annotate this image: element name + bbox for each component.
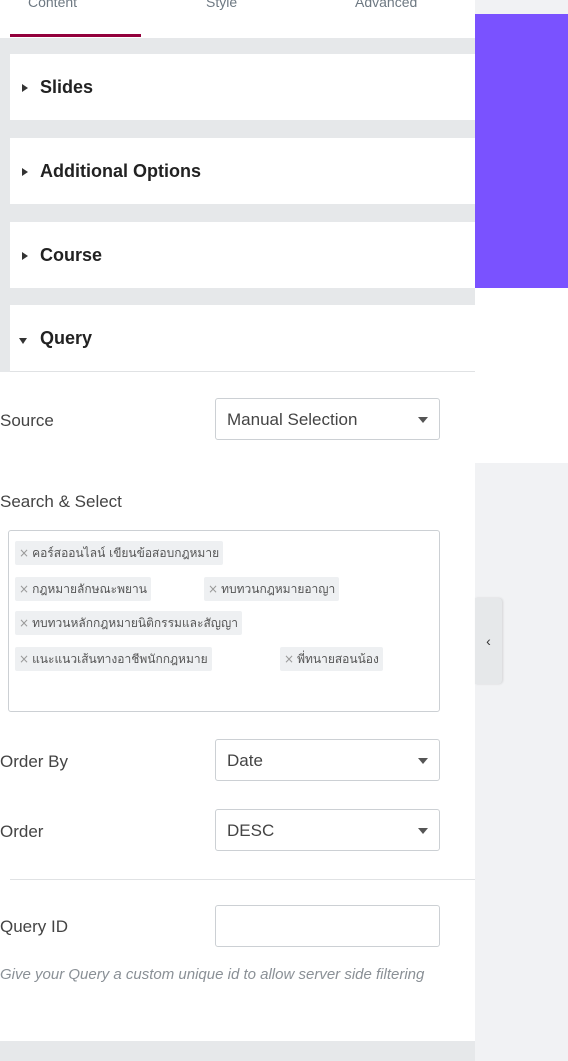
selected-tag: × คอร์สออนไลน์ เขียนข้อสอบกฎหมาย [15, 541, 224, 565]
order-by-value: Date [227, 751, 263, 770]
close-icon[interactable]: × [19, 652, 29, 666]
section-query-header[interactable]: Query [10, 305, 475, 371]
source-value: Manual Selection [227, 410, 358, 429]
close-icon[interactable]: × [19, 546, 29, 560]
tab-style[interactable]: Style [206, 0, 237, 12]
search-select-field[interactable]: × คอร์สออนไลน์ เขียนข้อสอบกฎหมาย × กฎหมายล… [8, 530, 440, 712]
tab-advanced[interactable]: Advanced [355, 0, 417, 12]
caret-down-icon [19, 338, 27, 344]
tabs-separator [10, 38, 475, 54]
section-title: Slides [40, 77, 94, 97]
close-icon[interactable]: × [19, 616, 29, 630]
query-id-help-text: Give your Query a custom unique id to al… [0, 966, 425, 983]
tag-label: พี่ทนายสอนน้อง [297, 652, 379, 666]
active-tab-indicator [10, 34, 141, 37]
caret-down-icon [418, 758, 428, 764]
preview-content-block [475, 288, 568, 463]
caret-down-icon [418, 417, 428, 423]
selected-tag: × ทบทวนหลักกฎหมายนิติกรรมและสัญญา [15, 611, 242, 635]
order-by-label: Order By [0, 752, 69, 771]
section-title: Course [40, 245, 103, 265]
selected-tag: × ทบทวนกฎหมายอาญา [204, 577, 340, 601]
close-icon[interactable]: × [19, 582, 29, 596]
section-additional-options[interactable]: Additional Options [10, 138, 475, 204]
search-select-label: Search & Select [0, 492, 122, 511]
order-value: DESC [227, 821, 275, 840]
caret-right-icon [22, 168, 28, 176]
section-title: Additional Options [40, 161, 201, 181]
source-select[interactable]: Manual Selection [215, 398, 440, 440]
divider [10, 879, 475, 880]
order-select[interactable]: DESC [215, 809, 440, 851]
tag-label: คอร์สออนไลน์ เขียนข้อสอบกฎหมาย [32, 546, 220, 560]
tag-label: กฎหมายลักษณะพยาน [32, 582, 147, 596]
tag-label: แนะแนวเส้นทางอาชีพนักกฎหมาย [32, 652, 208, 666]
query-id-input[interactable] [215, 905, 440, 947]
query-id-label: Query ID [0, 917, 69, 936]
tag-label: ทบทวนกฎหมายอาญา [221, 582, 336, 596]
panel-collapse-button[interactable]: ‹ [475, 598, 502, 684]
selected-tag: × แนะแนวเส้นทางอาชีพนักกฎหมาย [15, 647, 212, 671]
caret-right-icon [22, 252, 28, 260]
section-title: Query [40, 328, 93, 348]
close-icon[interactable]: × [208, 582, 218, 596]
section-slides[interactable]: Slides [10, 54, 475, 120]
close-icon[interactable]: × [284, 652, 294, 666]
section-course[interactable]: Course [10, 222, 475, 288]
tag-label: ทบทวนหลักกฎหมายนิติกรรมและสัญญา [32, 616, 238, 630]
editor-panel: Content Style Advanced Slides Additional… [0, 0, 475, 1061]
preview-hero-block [475, 14, 568, 288]
panel-footer-gap [10, 1041, 475, 1061]
selected-tag: × กฎหมายลักษณะพยาน [15, 577, 151, 601]
order-by-select[interactable]: Date [215, 739, 440, 781]
source-label: Source [0, 411, 54, 430]
tab-content[interactable]: Content [28, 0, 77, 12]
caret-right-icon [22, 84, 28, 92]
selected-tag: × พี่ทนายสอนน้อง [280, 647, 383, 671]
chevron-left-icon: ‹ [486, 633, 491, 649]
caret-down-icon [418, 828, 428, 834]
panel-tabs: Content Style Advanced [0, 0, 475, 38]
order-label: Order [0, 822, 44, 841]
